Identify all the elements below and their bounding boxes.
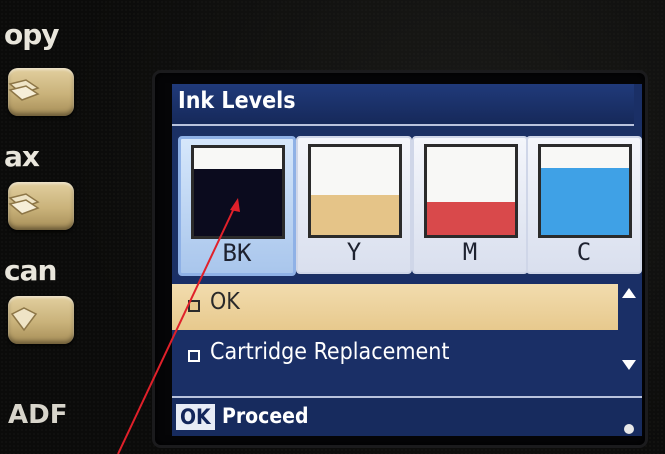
- arrow-head-icon: [230, 198, 240, 212]
- annotation-arrow: [117, 198, 240, 454]
- arrow-line: [117, 203, 237, 454]
